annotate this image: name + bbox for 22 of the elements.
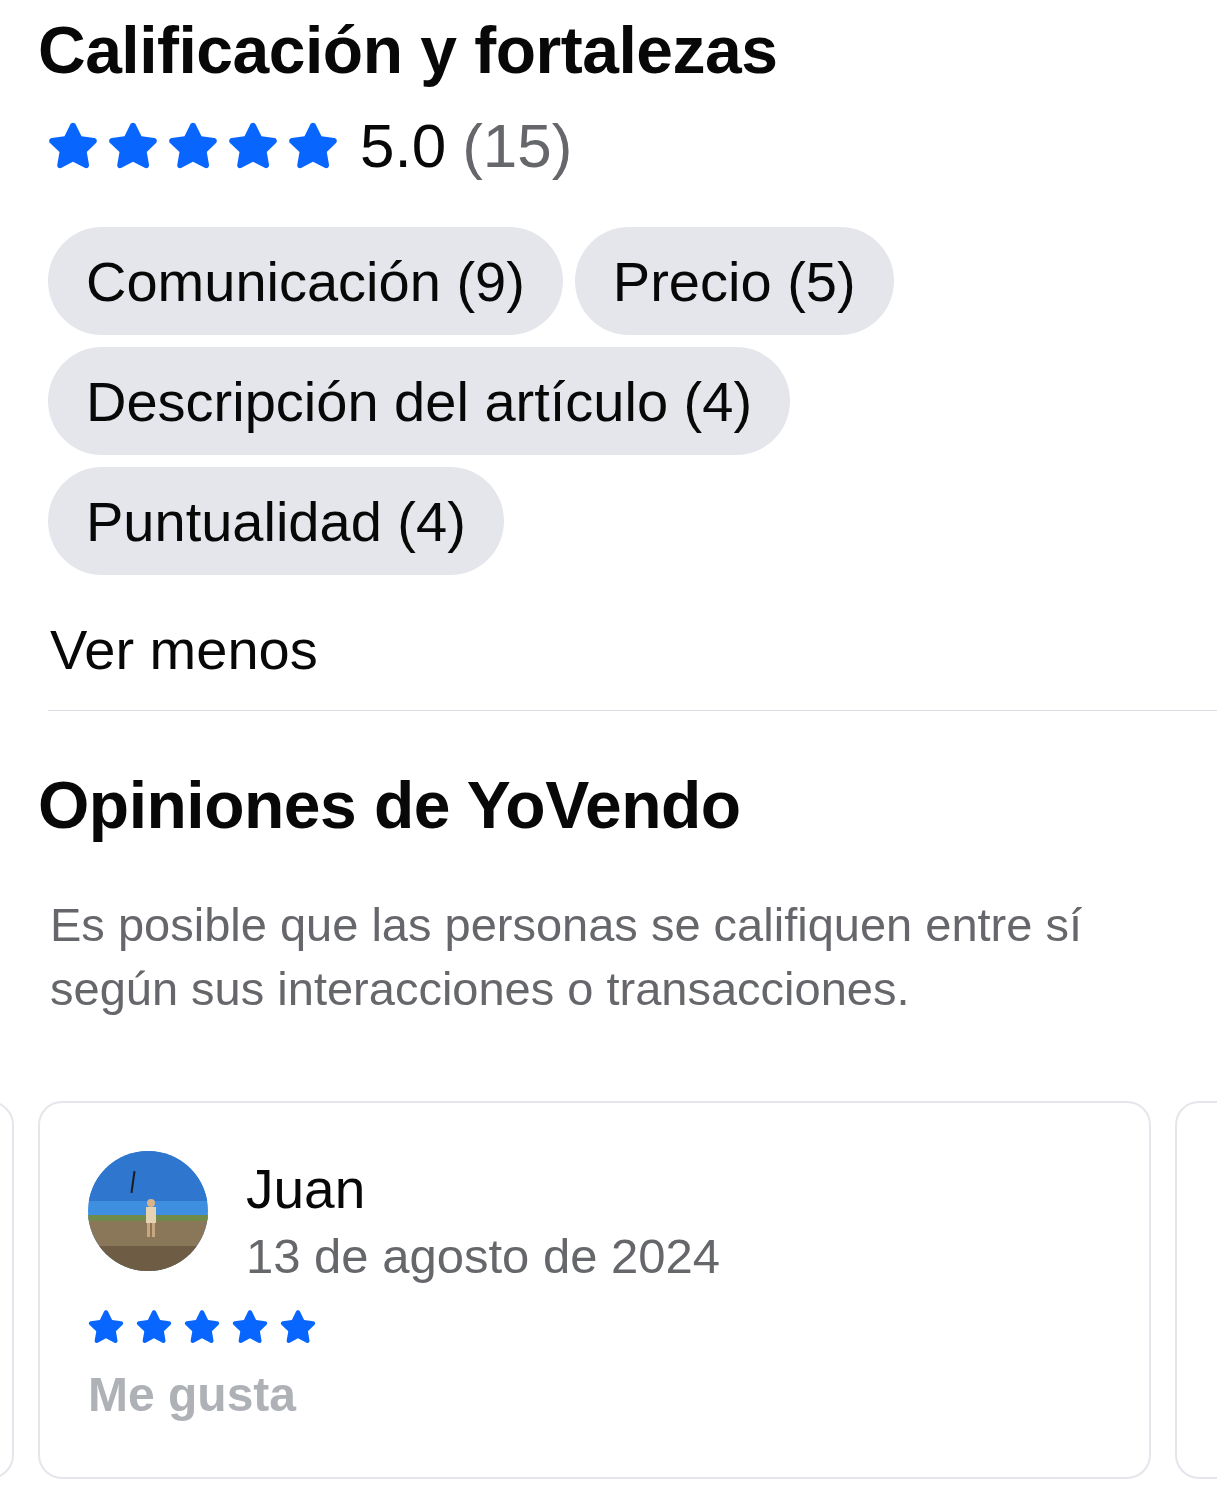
star-icon	[48, 120, 98, 171]
star-icon	[288, 120, 338, 171]
strength-chip[interactable]: Puntualidad (4)	[48, 467, 504, 575]
review-date: 13 de agosto de 2024	[246, 1228, 721, 1285]
reviewer-name: Juan	[246, 1157, 367, 1221]
star-icon	[184, 1309, 220, 1345]
see-less-link[interactable]: Ver menos	[50, 617, 318, 682]
section-title: Opiniones de YoVendo	[38, 767, 742, 844]
strength-chip[interactable]: Comunicación (9)	[48, 227, 563, 335]
rating-score: 5.0	[360, 110, 447, 181]
star-icon	[228, 120, 278, 171]
star-icon	[232, 1309, 268, 1345]
star-icon	[168, 120, 218, 171]
star-icon	[88, 1309, 124, 1345]
rating-count: (15)	[462, 110, 573, 181]
strength-chip[interactable]: Descripción del artículo (4)	[48, 347, 791, 455]
section-description: Es posible que las personas se califiquen entre sí según sus interacciones o transacciones.	[50, 897, 1083, 1017]
star-icon	[108, 120, 158, 171]
section-title: Calificación y fortalezas	[38, 12, 779, 89]
strength-chip[interactable]: Precio (5)	[574, 227, 894, 335]
star-icon	[280, 1309, 316, 1345]
star-icon	[136, 1309, 172, 1345]
